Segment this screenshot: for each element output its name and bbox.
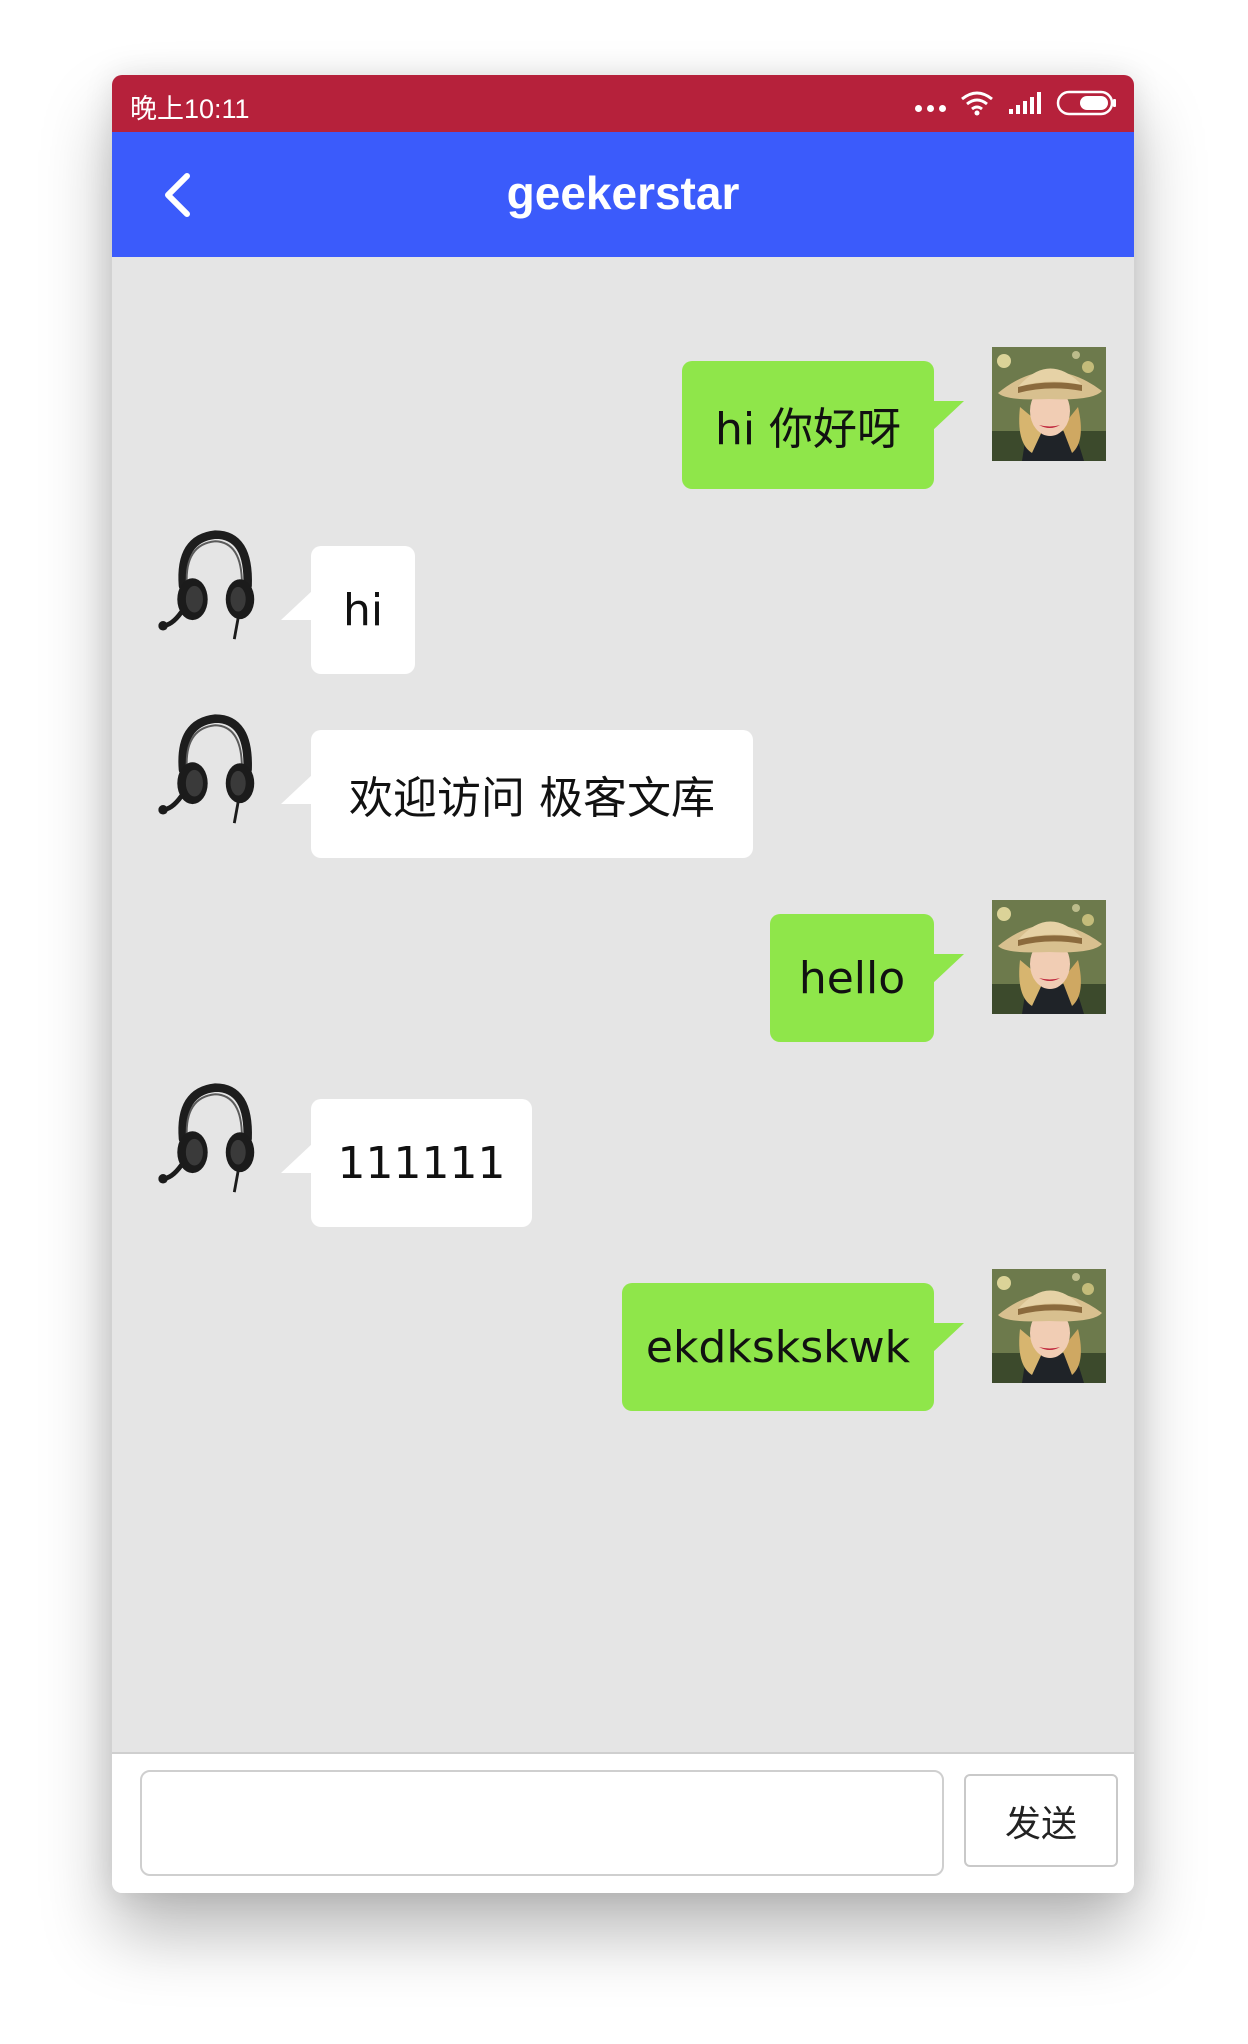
my-avatar[interactable] bbox=[992, 900, 1106, 1014]
bot-avatar-headset-icon[interactable] bbox=[145, 711, 259, 825]
status-icons bbox=[915, 88, 1118, 118]
other-message-bubble[interactable]: 111111 bbox=[281, 1099, 532, 1227]
bot-avatar-headset-icon[interactable] bbox=[145, 527, 259, 641]
wifi-icon bbox=[961, 91, 993, 116]
chat-list[interactable]: hi 你好呀 hi 欢迎访问 极客文库 hello 111111 ekdksks… bbox=[112, 257, 1134, 1828]
message-input[interactable] bbox=[140, 1770, 944, 1876]
composer-bar: 发送 bbox=[112, 1752, 1134, 1893]
battery-icon bbox=[1056, 90, 1116, 116]
message-text: hello bbox=[798, 952, 906, 1004]
message-text: hi 你好呀 bbox=[714, 404, 902, 455]
my-avatar[interactable] bbox=[992, 1269, 1106, 1383]
page-title: geekerstar bbox=[506, 167, 740, 219]
message-text: hi bbox=[342, 584, 384, 636]
my-avatar[interactable] bbox=[992, 347, 1106, 461]
phone-screen: 晚上10:11 geekerstar hi 你好呀 hi 欢迎访问 极客文库 h… bbox=[112, 75, 1134, 1893]
message-text: 欢迎访问 极客文库 bbox=[349, 773, 715, 824]
other-message-bubble[interactable]: hi bbox=[281, 546, 415, 674]
bot-avatar-headset-icon[interactable] bbox=[145, 1080, 259, 1194]
more-dots-icon bbox=[915, 104, 946, 112]
my-message-bubble[interactable]: ekdkskskwk bbox=[622, 1283, 964, 1411]
my-message-bubble[interactable]: hello bbox=[770, 914, 964, 1042]
app-bar: geekerstar bbox=[112, 132, 1134, 257]
send-button[interactable]: 发送 bbox=[964, 1774, 1118, 1867]
status-bar: 晚上10:11 bbox=[112, 75, 1134, 132]
message-text: 111111 bbox=[337, 1137, 506, 1189]
other-message-bubble[interactable]: 欢迎访问 极客文库 bbox=[281, 730, 753, 858]
my-message-bubble[interactable]: hi 你好呀 bbox=[682, 361, 964, 489]
message-text: ekdkskskwk bbox=[645, 1321, 911, 1373]
signal-icon bbox=[1009, 92, 1041, 114]
status-time: 晚上10:11 bbox=[130, 94, 250, 124]
